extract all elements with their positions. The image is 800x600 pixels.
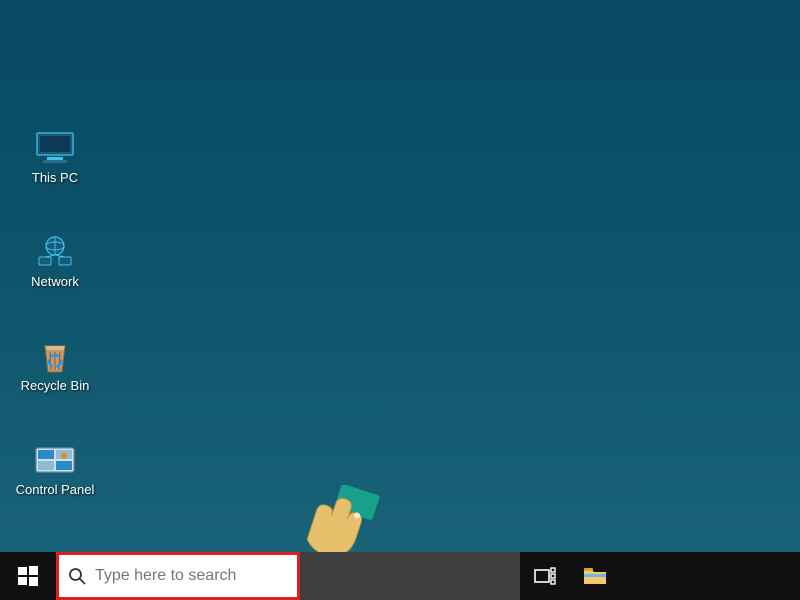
- desktop: This PC Network: [0, 0, 800, 552]
- desktop-icon-recycle-bin[interactable]: Recycle Bin: [0, 338, 110, 393]
- taskbar-item-file-explorer[interactable]: [570, 552, 620, 600]
- file-explorer-icon: [583, 566, 607, 586]
- taskbar-right-pad: [620, 552, 800, 600]
- network-icon: [31, 234, 79, 270]
- desktop-icon-this-pc[interactable]: This PC: [0, 130, 110, 185]
- desktop-icon-label: This PC: [0, 170, 110, 185]
- desktop-icon-label: Control Panel: [0, 482, 110, 497]
- taskbar-spacer: [300, 552, 520, 600]
- recycle-bin-icon: [31, 338, 79, 374]
- search-input[interactable]: [95, 555, 285, 597]
- taskbar: [0, 552, 800, 600]
- windows-logo-icon: [18, 566, 38, 586]
- desktop-icon-label: Network: [0, 274, 110, 289]
- taskbar-item-task-view[interactable]: [520, 552, 570, 600]
- desktop-icon-label: Recycle Bin: [0, 378, 110, 393]
- computer-icon: [31, 130, 79, 166]
- search-box[interactable]: [56, 552, 300, 600]
- search-icon: [59, 567, 95, 585]
- task-view-icon: [534, 567, 556, 585]
- control-panel-icon: [31, 442, 79, 478]
- start-button[interactable]: [0, 552, 56, 600]
- desktop-icon-control-panel[interactable]: Control Panel: [0, 442, 110, 497]
- desktop-icon-network[interactable]: Network: [0, 234, 110, 289]
